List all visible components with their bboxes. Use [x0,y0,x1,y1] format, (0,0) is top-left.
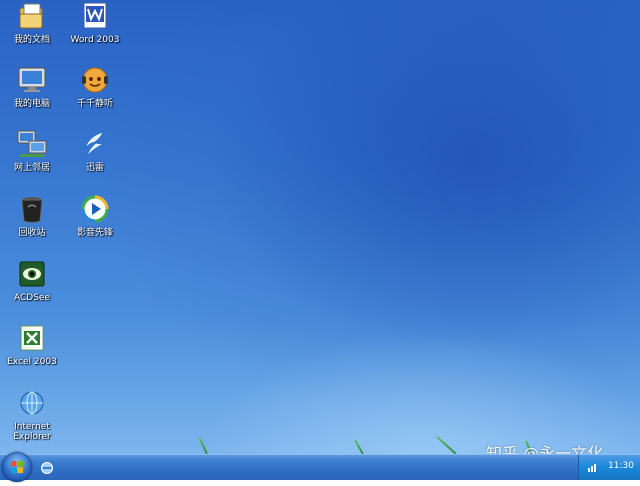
my-computer-icon [16,64,48,96]
acdsee-icon [16,258,48,290]
my-documents-icon [16,0,48,32]
desktop-background: 我的文档 我的电脑 网上邻居 回收站 ACDSee Excel 2003 Int… [0,0,640,454]
desktop-icon-recycle-bin[interactable]: 回收站 [2,193,62,257]
word-icon [79,0,111,32]
desktop-icon-excel[interactable]: Excel 2003 [2,322,62,386]
desktop-icon-label: Internet Explorer [13,422,51,442]
desktop-icon-word[interactable]: Word 2003 [65,0,125,64]
clock[interactable]: 11:30 [608,461,634,471]
desktop-icon-label: 网上邻居 [13,163,50,173]
desktop-icon-label: 回收站 [18,228,46,238]
desktop-icon-label: 千千静听 [76,99,113,109]
system-tray: 11:30 [578,455,640,480]
ttplayer-icon [79,64,111,96]
desktop-icon-label: 我的电脑 [13,99,50,109]
desktop-icon-label: 我的文档 [13,35,50,45]
desktop-icon-label: Excel 2003 [7,357,57,367]
desktop-icon-ttplayer[interactable]: 千千静听 [65,64,125,128]
desktop-icon-my-computer[interactable]: 我的电脑 [2,64,62,128]
quick-launch-ie-icon[interactable] [40,460,54,474]
windows-logo-icon [11,461,23,473]
wallpaper-glow [200,330,640,454]
start-button[interactable] [2,452,32,482]
desktop-icon-label: 迅雷 [85,163,104,173]
desktop-icon-acdsee[interactable]: ACDSee [2,258,62,322]
network-places-icon [16,128,48,160]
recycle-bin-icon [16,193,48,225]
ie-icon [16,387,48,419]
desktop-icon-my-documents[interactable]: 我的文档 [2,0,62,64]
desktop-icon-label: Word 2003 [70,35,120,45]
excel-icon [16,322,48,354]
desktop-icon-label: 影音先锋 [76,228,113,238]
network-status-icon[interactable] [587,461,599,473]
desktop-icon-internet-explorer[interactable]: Internet Explorer [2,387,62,451]
desktop-icon-label: ACDSee [14,293,50,303]
desktop-icon-network-places[interactable]: 网上邻居 [2,128,62,192]
desktop-icon-xfplay[interactable]: 影音先锋 [65,193,125,257]
thunder-icon [79,128,111,160]
watermark-text: 知乎 @永一文化 [486,444,604,454]
taskbar: 11:30 [0,452,640,482]
xfplay-icon [79,193,111,225]
desktop-icon-thunder[interactable]: 迅雷 [65,128,125,192]
